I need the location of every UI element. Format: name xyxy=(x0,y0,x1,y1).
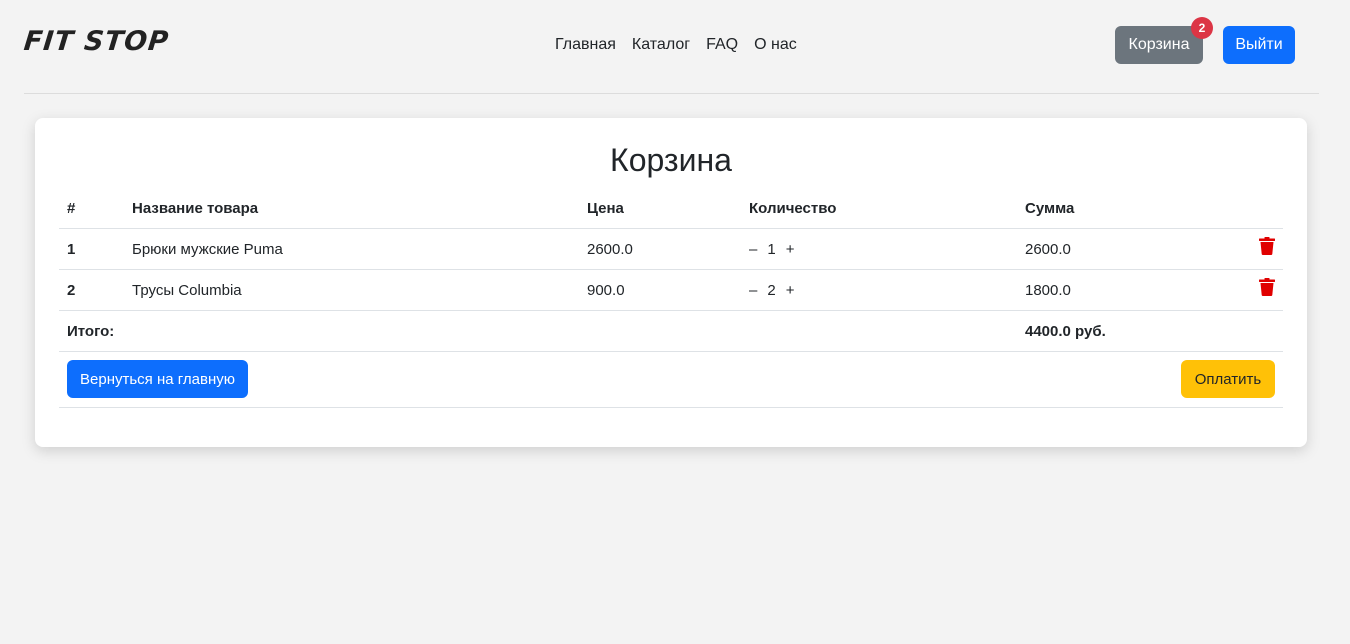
row-number: 1 xyxy=(67,241,76,258)
column-header-number: # xyxy=(67,200,76,217)
main-nav: Главная Каталог FAQ О нас xyxy=(555,36,797,54)
product-name: Трусы Columbia xyxy=(132,282,242,299)
table-row: 1 Брюки мужские Puma 2600.0 – 1 + 2600.0 xyxy=(59,229,1283,270)
increase-quantity-button[interactable]: + xyxy=(786,270,795,311)
table-row: 2 Трусы Columbia 900.0 – 2 + 1800.0 xyxy=(59,270,1283,311)
decrease-quantity-button[interactable]: – xyxy=(749,229,757,270)
total-label: Итого: xyxy=(67,323,115,340)
decrease-quantity-button[interactable]: – xyxy=(749,270,757,311)
column-header-name: Название товара xyxy=(132,200,259,217)
column-header-sum: Сумма xyxy=(1025,200,1075,217)
increase-quantity-button[interactable]: + xyxy=(786,229,795,270)
nav-link-faq[interactable]: FAQ xyxy=(706,36,738,54)
nav-link-about[interactable]: О нас xyxy=(754,36,797,54)
cart-count-badge: 2 xyxy=(1191,17,1213,39)
column-header-price: Цена xyxy=(587,200,624,217)
total-row: Итого: 4400.0 руб. xyxy=(59,311,1283,352)
quantity-value: 2 xyxy=(767,282,776,299)
row-number: 2 xyxy=(67,282,76,299)
actions-row: Вернуться на главную Оплатить xyxy=(59,352,1283,408)
product-name: Брюки мужские Puma xyxy=(132,241,283,258)
logout-button[interactable]: Выйти xyxy=(1223,26,1295,64)
cart-table: # Название товара Цена Количество Сумма … xyxy=(59,188,1283,408)
column-header-quantity: Количество xyxy=(749,200,837,217)
quantity-value: 1 xyxy=(767,241,776,258)
row-sum: 2600.0 xyxy=(1025,241,1071,258)
table-header-row: # Название товара Цена Количество Сумма xyxy=(59,188,1283,229)
nav-link-catalog[interactable]: Каталог xyxy=(632,36,690,54)
pay-button[interactable]: Оплатить xyxy=(1181,360,1275,398)
page-title: Корзина xyxy=(610,142,732,178)
total-value: 4400.0 руб. xyxy=(1025,323,1106,340)
product-price: 2600.0 xyxy=(587,241,633,258)
back-to-home-button[interactable]: Вернуться на главную xyxy=(67,360,248,398)
cart-card: Корзина # Название товара Цена Количеств… xyxy=(35,118,1307,447)
cart-button[interactable]: Корзина xyxy=(1115,26,1203,64)
row-sum: 1800.0 xyxy=(1025,282,1071,299)
trash-icon[interactable] xyxy=(1259,278,1275,296)
nav-link-home[interactable]: Главная xyxy=(555,36,616,54)
logo[interactable]: FIT STOP xyxy=(22,26,170,57)
quantity-stepper: – 1 + xyxy=(749,229,794,270)
product-price: 900.0 xyxy=(587,282,625,299)
trash-icon[interactable] xyxy=(1259,237,1275,255)
quantity-stepper: – 2 + xyxy=(749,270,794,311)
